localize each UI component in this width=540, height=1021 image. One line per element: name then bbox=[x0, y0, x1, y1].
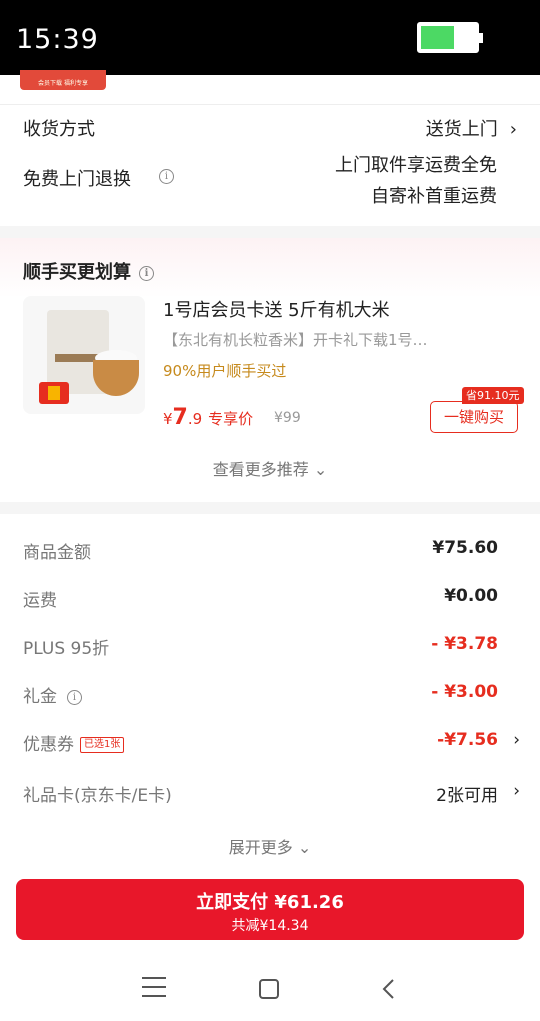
summary-value: ¥75.60 bbox=[432, 538, 498, 558]
recommend-title: 顺手买更划算 i bbox=[23, 258, 154, 284]
summary-value: - ¥3.00 bbox=[431, 682, 498, 702]
summary-row-goods: 商品金额 ¥75.60 bbox=[23, 538, 498, 563]
product-title[interactable]: 1号店会员卡送 5斤有机大米 bbox=[163, 296, 390, 322]
summary-row-gift-card[interactable]: 礼品卡(京东卡/E卡) 2张可用 › bbox=[23, 781, 520, 806]
summary-label: 礼品卡(京东卡/E卡) bbox=[23, 786, 172, 806]
status-bar: 15:39 bbox=[0, 0, 540, 75]
home-icon[interactable] bbox=[259, 979, 279, 999]
pay-now-label: 立即支付 ¥61.26 bbox=[196, 892, 344, 913]
chevron-right-icon: › bbox=[513, 730, 520, 750]
expand-more-link[interactable]: 展开更多 ⌄ bbox=[0, 834, 540, 858]
return-detail-line1: 上门取件享运费全免 bbox=[335, 155, 497, 176]
promo-banner-text: 会员下载 福利专享 bbox=[38, 80, 88, 87]
chevron-down-icon: ⌄ bbox=[313, 460, 328, 479]
summary-row-gift-money: 礼金 i - ¥3.00 bbox=[23, 682, 498, 707]
battery-icon bbox=[417, 22, 483, 53]
menu-icon[interactable] bbox=[142, 977, 166, 999]
chevron-right-icon: › bbox=[513, 781, 520, 801]
summary-label: 优惠券 bbox=[23, 735, 74, 755]
product-price: ¥7.9 专享价 bbox=[163, 405, 254, 430]
system-nav-bar bbox=[0, 955, 540, 1021]
summary-value: 2张可用 bbox=[436, 786, 498, 806]
delivery-section: 收货方式 送货上门 › 免费上门退换 i 上门取件享运费全免 自寄补首重运费 bbox=[0, 104, 540, 226]
product-description: 【东北有机长粒香米】开卡礼下载1号… bbox=[163, 331, 428, 349]
delivery-method-row[interactable]: 收货方式 送货上门 › bbox=[23, 115, 517, 143]
back-icon[interactable] bbox=[378, 977, 402, 999]
summary-label: 运费 bbox=[23, 591, 57, 611]
info-icon[interactable]: i bbox=[139, 266, 154, 281]
recommend-section: 顺手买更划算 i 1号店会员卡送 5斤有机大米 【东北有机长粒香米】开卡礼下载1号… bbox=[0, 238, 540, 502]
product-bought-note: 90%用户顺手买过 bbox=[163, 362, 287, 380]
free-return-label: 免费上门退换 bbox=[23, 169, 131, 190]
save-badge: 省91.10元 bbox=[462, 387, 524, 404]
summary-row-shipping: 运费 ¥0.00 bbox=[23, 586, 498, 611]
summary-row-plus: PLUS 95折 - ¥3.78 bbox=[23, 634, 498, 659]
summary-label: PLUS 95折 bbox=[23, 639, 110, 659]
pay-now-button[interactable]: 立即支付 ¥61.26 共减¥14.34 bbox=[16, 879, 524, 940]
chevron-right-icon: › bbox=[509, 119, 517, 140]
delivery-method-label: 收货方式 bbox=[23, 119, 95, 140]
pay-discount-label: 共减¥14.34 bbox=[231, 918, 309, 934]
section-divider bbox=[0, 226, 540, 238]
free-return-detail: 上门取件享运费全免 自寄补首重运费 bbox=[335, 150, 497, 212]
section-divider bbox=[0, 502, 540, 514]
summary-value: ¥0.00 bbox=[444, 586, 498, 606]
store-badge-icon bbox=[39, 382, 69, 404]
summary-value: -¥7.56 bbox=[437, 730, 498, 750]
delivery-method-value: 送货上门 bbox=[425, 119, 498, 140]
summary-label: 商品金额 bbox=[23, 543, 91, 563]
promo-banner[interactable]: 会员下载 福利专享 bbox=[20, 70, 106, 90]
chevron-down-icon: ⌄ bbox=[297, 838, 312, 857]
coupon-selected-tag: 已选1张 bbox=[80, 737, 125, 753]
return-detail-line2: 自寄补首重运费 bbox=[371, 186, 497, 207]
one-click-buy-button[interactable]: 一键购买 bbox=[430, 401, 518, 433]
product-original-price: ¥99 bbox=[274, 410, 301, 426]
clock: 15:39 bbox=[16, 24, 99, 55]
more-recommend-link[interactable]: 查看更多推荐 ⌄ bbox=[0, 456, 540, 480]
summary-label: 礼金 bbox=[23, 687, 57, 707]
info-icon[interactable]: i bbox=[67, 690, 82, 705]
order-summary: 商品金额 ¥75.60 运费 ¥0.00 PLUS 95折 - ¥3.78 礼金… bbox=[0, 514, 540, 874]
summary-row-coupon[interactable]: 优惠券 已选1张 -¥7.56 › bbox=[23, 730, 520, 755]
product-image[interactable] bbox=[23, 296, 145, 414]
info-icon[interactable]: i bbox=[159, 169, 174, 184]
summary-value: - ¥3.78 bbox=[431, 634, 498, 654]
